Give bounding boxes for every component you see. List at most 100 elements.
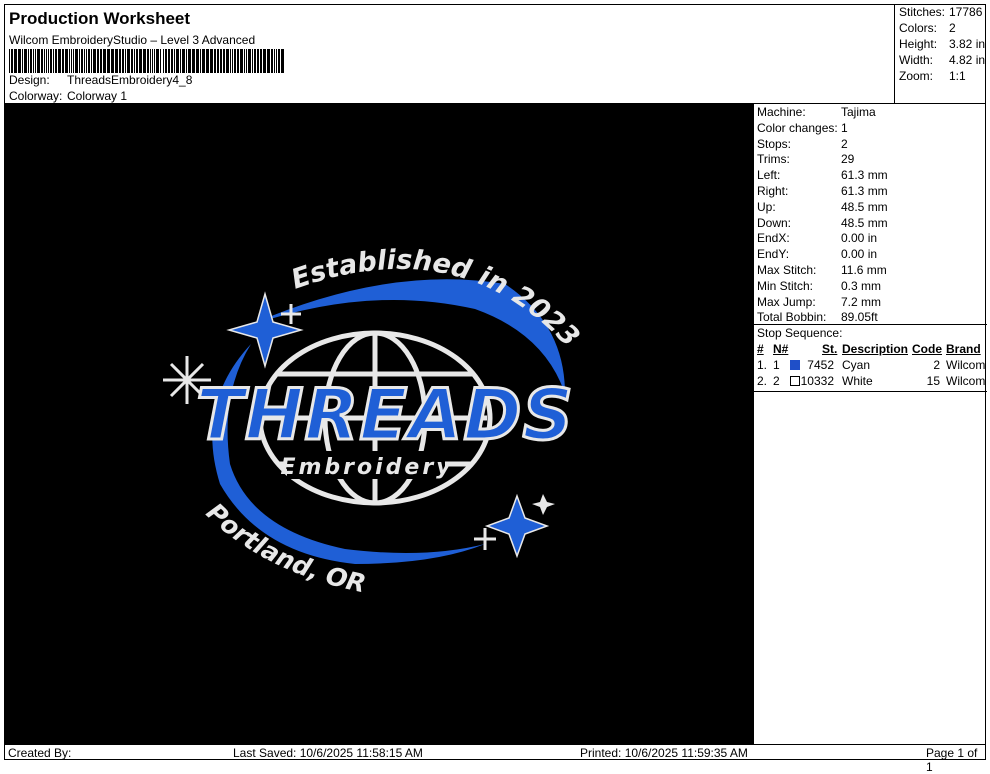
barcode-bar [136, 49, 138, 73]
machine-info-label: Stops: [757, 136, 792, 151]
width-value: 4.82 in [949, 53, 986, 67]
barcode-bar [86, 49, 87, 73]
barcode [9, 49, 284, 73]
machine-info-label: Right: [757, 184, 789, 198]
barcode-bar [217, 49, 219, 73]
stop-cell-st: 7452 [807, 358, 834, 372]
machine-info-label: EndY: [757, 247, 790, 262]
barcode-bar [127, 49, 130, 73]
stitches-row: Stitches: 17786 [899, 5, 982, 19]
machine-info-value: 0.00 in [841, 247, 878, 262]
machine-info-row: Right: 61.3 mm [757, 184, 888, 198]
barcode-bar [93, 49, 96, 73]
barcode-bar [174, 49, 175, 73]
machine-info-value: 0.00 in [841, 231, 878, 246]
machine-info-value: 11.6 mm [841, 263, 887, 277]
colorway-value: Colorway 1 [67, 89, 128, 103]
barcode-bar [91, 49, 92, 73]
machine-info-row: Color changes: 1 [757, 121, 848, 135]
machine-info-value: 61.3 mm [841, 168, 888, 183]
barcode-bar [176, 49, 179, 73]
barcode-bar [18, 49, 21, 73]
barcode-bar [65, 49, 68, 73]
machine-info-label: Trims: [757, 152, 790, 167]
stop-cell-num: 2. [757, 374, 768, 388]
barcode-bar [257, 49, 259, 73]
thread-color-swatch [790, 360, 800, 370]
barcode-bar [81, 49, 83, 73]
barcode-bar [79, 49, 80, 73]
barcode-bar [248, 49, 251, 73]
barcode-bar [48, 49, 49, 73]
machine-info-row: EndY: 0.00 in [757, 247, 877, 261]
barcode-bar [73, 49, 74, 73]
machine-info-label: Down: [757, 215, 792, 230]
barcode-bar [180, 49, 181, 73]
barcode-bar [44, 49, 45, 73]
height-row: Height: 3.82 in [899, 37, 985, 51]
barcode-bar [163, 49, 164, 73]
machine-info-row: Up: 48.5 mm [757, 200, 888, 214]
stop-table-bottom-divider [754, 391, 987, 392]
barcode-bar [230, 49, 231, 73]
barcode-bar [271, 49, 273, 73]
colors-label: Colors: [899, 21, 938, 35]
barcode-bar [246, 49, 247, 73]
machine-info-row: Machine: Tajima [757, 105, 876, 119]
machine-info-value: 2 [841, 136, 848, 151]
machine-info-row: Max Stitch: 11.6 mm [757, 263, 887, 277]
barcode-bar [226, 49, 229, 73]
machine-info-value: 48.5 mm [841, 215, 888, 230]
barcode-bar [14, 49, 17, 73]
machine-info-row: Left: 61.3 mm [757, 168, 888, 182]
barcode-bar [134, 49, 135, 73]
barcode-bar [240, 49, 243, 73]
barcode-bar [196, 49, 199, 73]
colors-value: 2 [949, 21, 956, 35]
printed-date: Printed: 10/6/2025 11:59:35 AM [580, 746, 748, 760]
barcode-bar [260, 49, 262, 73]
barcode-bar [41, 49, 43, 73]
machine-info-value: 1 [841, 120, 848, 135]
barcode-bar [234, 49, 236, 73]
barcode-bar [244, 49, 245, 73]
height-value: 3.82 in [949, 37, 986, 51]
machine-info-value: 61.3 mm [841, 184, 888, 198]
machine-info-label: Min Stitch: [757, 278, 814, 293]
machine-info-row: Down: 48.5 mm [757, 216, 888, 230]
barcode-bar [24, 49, 27, 73]
barcode-bar [276, 49, 277, 73]
stop-cell-brand: Wilcom [946, 374, 986, 388]
zoom-label: Zoom: [899, 69, 934, 83]
stitches-value: 17786 [949, 5, 983, 19]
barcode-bar [37, 49, 40, 73]
barcode-bar [11, 49, 13, 73]
barcode-bar [171, 49, 173, 73]
worksheet-footer: Created By: Last Saved: 10/6/2025 11:58:… [5, 744, 986, 774]
stop-cell-num: 1. [757, 358, 768, 372]
stop-cell-code: 15 [926, 374, 940, 388]
zoom-row: Zoom: 1:1 [899, 69, 966, 83]
machine-info-label: Max Stitch: [757, 263, 817, 277]
stop-sequence-title: Stop Sequence: [757, 326, 843, 340]
stop-cell-n: 2 [773, 374, 780, 388]
barcode-bar [122, 49, 124, 73]
barcode-bar [46, 49, 47, 73]
machine-info-value: Tajima [841, 105, 876, 119]
col-n-header: N# [773, 342, 789, 356]
machine-info-label: Left: [757, 168, 781, 183]
software-name: Wilcom EmbroideryStudio – Level 3 Advanc… [9, 33, 256, 47]
barcode-bar [97, 49, 99, 73]
barcode-bar [156, 49, 159, 73]
barcode-bar [232, 49, 233, 73]
design-preview: Established in 2023 Portland, OR THREADS… [5, 104, 753, 744]
design-label: Design: [9, 73, 50, 87]
page-title: Production Worksheet [9, 9, 191, 28]
barcode-bar [100, 49, 102, 73]
barcode-bar [115, 49, 118, 73]
page-number: Page 1 of 1 [926, 746, 978, 774]
barcode-bar [254, 49, 256, 73]
stop-cell-code: 2 [933, 358, 940, 372]
stop-cell-brand: Wilcom [946, 358, 986, 372]
barcode-bar [88, 49, 90, 73]
